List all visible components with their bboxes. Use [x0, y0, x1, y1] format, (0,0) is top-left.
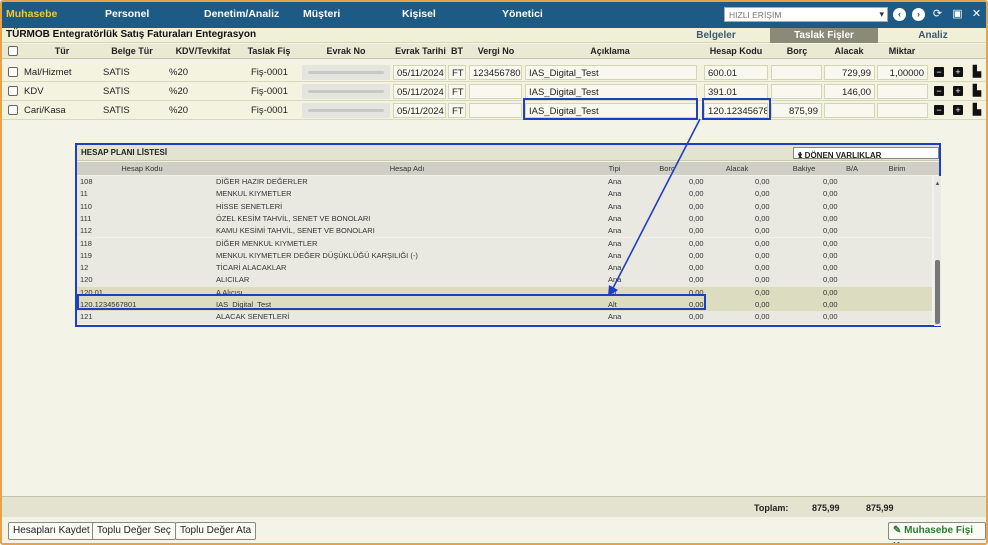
arrow-line: [611, 118, 701, 291]
cut-receipt-label: Muhasebe Fişi Kes: [893, 525, 974, 543]
app-window: Muhasebe Personel Denetim/Analiz Müşteri…: [0, 0, 988, 545]
bulk-select-button[interactable]: Toplu Değer Seç: [92, 522, 176, 540]
cut-receipt-button[interactable]: ✎ Muhasebe Fişi Kes: [888, 522, 986, 543]
save-accounts-button[interactable]: Hesapları Kaydet: [8, 522, 95, 540]
totals-debit: 875,99: [812, 503, 840, 513]
edit-icon: ✎: [893, 525, 905, 536]
totals-bar: Toplam: 875,99 875,99: [2, 496, 986, 517]
bulk-assign-button[interactable]: Toplu Değer Ata: [175, 522, 257, 540]
totals-credit: 875,99: [866, 503, 894, 513]
annotation-arrow: [608, 118, 701, 296]
totals-label: Toplam:: [754, 503, 789, 513]
button-bar: Hesapları Kaydet Toplu Değer Seç Toplu D…: [2, 518, 986, 543]
